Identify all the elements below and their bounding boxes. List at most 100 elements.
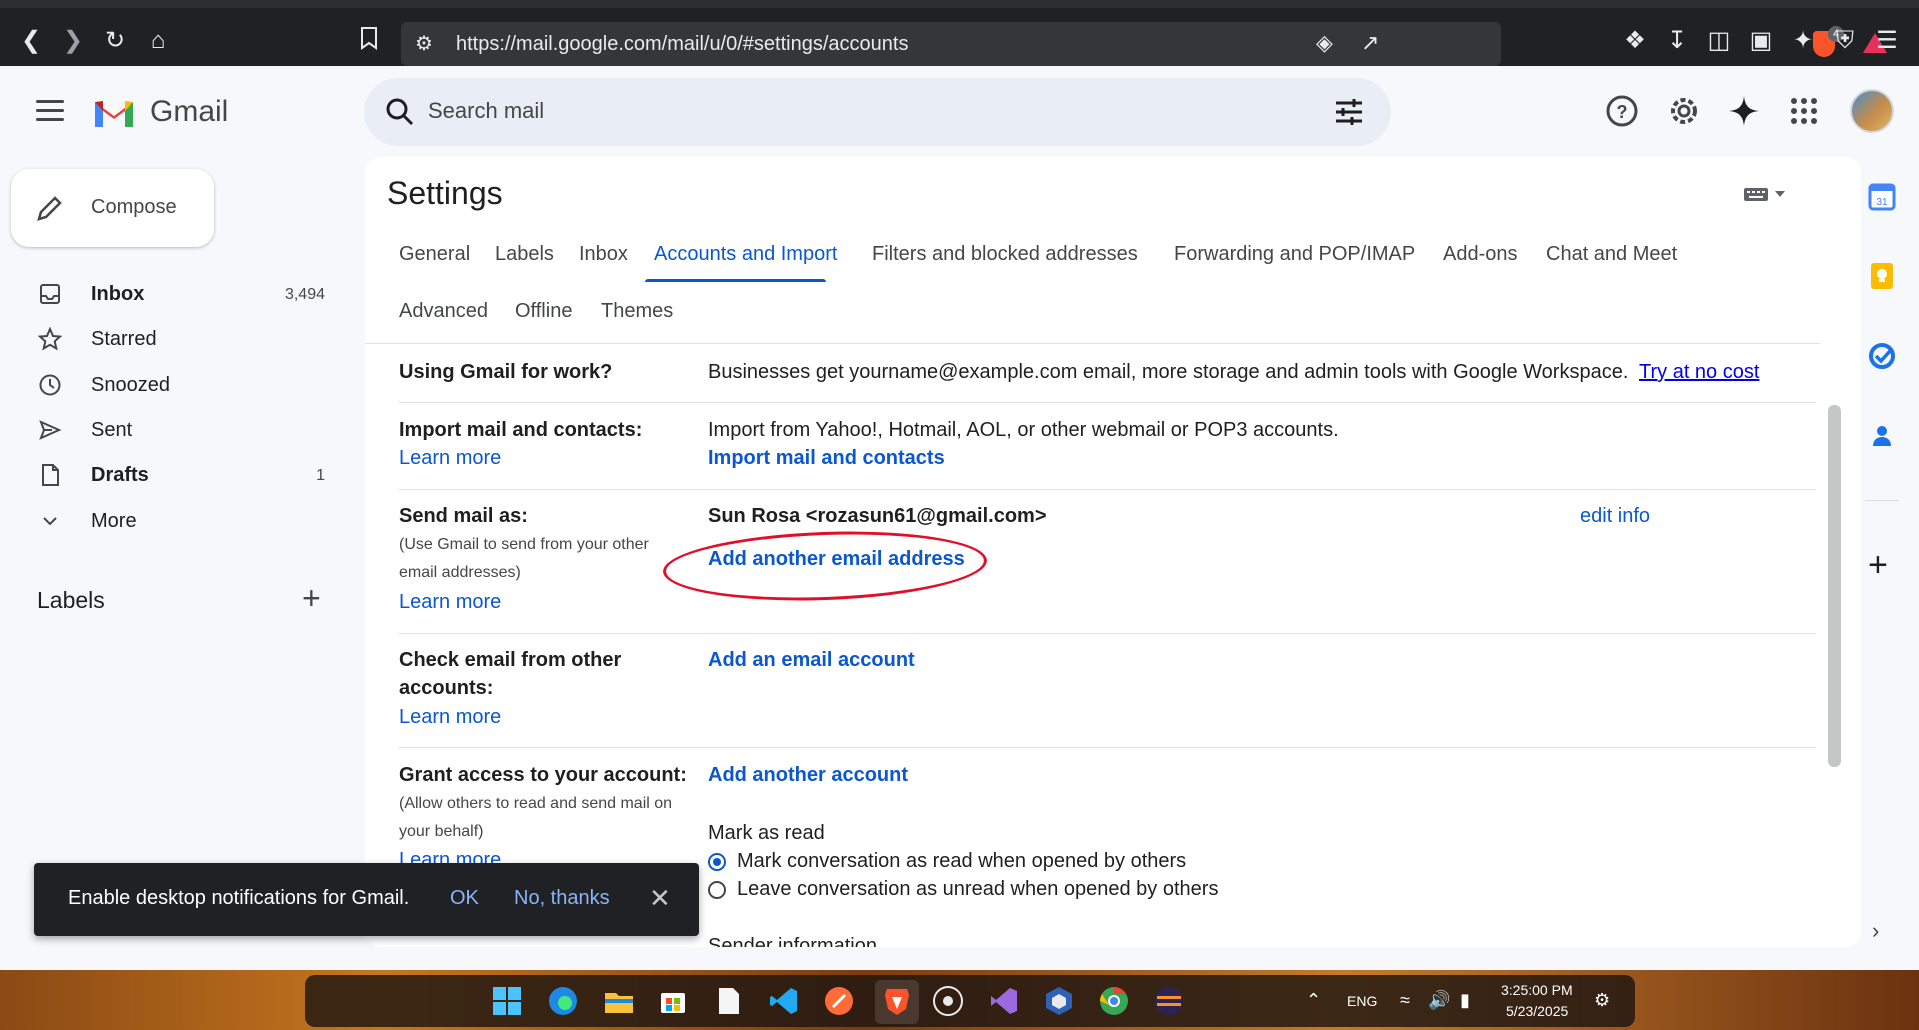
visual-studio-icon[interactable]	[988, 985, 1020, 1017]
vscode-icon[interactable]	[768, 985, 800, 1017]
virtualbox-icon[interactable]	[1043, 985, 1075, 1017]
mark-read-option-label[interactable]: Mark conversation as read when opened by…	[737, 850, 1186, 873]
windows-start-icon[interactable]	[491, 985, 523, 1017]
create-label-plus-icon[interactable]: +	[302, 580, 321, 617]
brave-browser-icon[interactable]	[881, 985, 913, 1017]
add-another-account-link[interactable]: Add another account	[708, 764, 908, 787]
tab-themes[interactable]: Themes	[601, 300, 673, 323]
search-options-icon[interactable]	[1334, 98, 1364, 126]
compose-button[interactable]: Compose	[11, 169, 214, 247]
search-icon[interactable]	[384, 96, 416, 128]
tab-advanced[interactable]: Advanced	[399, 300, 488, 323]
chrome-browser-icon[interactable]	[1098, 985, 1130, 1017]
row-divider	[399, 489, 1816, 490]
clock-time[interactable]: 3:25:00 PM	[1501, 982, 1573, 998]
sender-information-heading: Sender information	[708, 935, 877, 947]
search-bar[interactable]: Search mail	[364, 78, 1391, 146]
tab-inbox[interactable]: Inbox	[579, 243, 628, 266]
draft-file-icon	[42, 464, 59, 486]
account-avatar[interactable]	[1850, 89, 1894, 133]
hide-side-panel-chevron-icon[interactable]: ›	[1872, 918, 1879, 944]
show-hidden-icons-chevron-icon[interactable]: ⌃	[1306, 990, 1321, 1011]
gemini-sparkle-icon[interactable]	[1726, 93, 1762, 129]
wifi-icon[interactable]: ≈	[1400, 990, 1410, 1011]
toast-ok-button[interactable]: OK	[450, 887, 479, 910]
url-text[interactable]: https://mail.google.com/mail/u/0/#settin…	[456, 33, 908, 56]
sidebar-item-inbox[interactable]: Inbox 3,494	[0, 272, 345, 316]
tab-filters[interactable]: Filters and blocked addresses	[872, 243, 1138, 266]
translate-icon[interactable]: ◈	[1316, 30, 1333, 56]
tab-add-ons[interactable]: Add-ons	[1443, 243, 1518, 266]
postman-icon[interactable]	[823, 985, 855, 1017]
import-mail-and-contacts-link[interactable]: Import mail and contacts	[708, 447, 945, 470]
reload-icon[interactable]: ↻	[100, 26, 130, 56]
contacts-icon[interactable]	[1868, 422, 1896, 450]
send-as-learn-more-link[interactable]: Learn more	[399, 591, 501, 614]
tab-general[interactable]: General	[399, 243, 470, 266]
edge-browser-icon[interactable]	[547, 985, 579, 1017]
share-icon[interactable]: ↗	[1361, 30, 1379, 56]
address-bar[interactable]: ⚙ https://mail.google.com/mail/u/0/#sett…	[401, 22, 1887, 66]
close-icon[interactable]: ✕	[649, 883, 671, 914]
get-add-ons-plus-icon[interactable]: +	[1868, 546, 1888, 585]
sidebar-item-starred[interactable]: Starred	[0, 317, 345, 361]
leo-ai-icon[interactable]: ✦	[1788, 26, 1818, 56]
clock-icon	[39, 374, 61, 396]
tab-offline[interactable]: Offline	[515, 300, 572, 323]
site-settings-icon[interactable]: ⚙	[415, 31, 433, 56]
leave-unread-option-label[interactable]: Leave conversation as unread when opened…	[737, 878, 1218, 901]
downloads-icon[interactable]: ↧	[1662, 26, 1692, 56]
browser-menu-icon[interactable]: ☰	[1872, 26, 1902, 56]
calendar-icon[interactable]: 31	[1868, 183, 1896, 211]
battery-icon[interactable]: ▮	[1460, 990, 1470, 1011]
keep-icon[interactable]	[1868, 262, 1896, 290]
sidebar-toggle-icon[interactable]: ◫	[1704, 26, 1734, 56]
sidebar-item-drafts[interactable]: Drafts 1	[0, 453, 345, 497]
eclipse-ide-icon[interactable]	[1153, 985, 1185, 1017]
send-as-hint-2: email addresses)	[399, 564, 521, 581]
tab-chat-and-meet[interactable]: Chat and Meet	[1546, 243, 1677, 266]
tasks-icon[interactable]	[1868, 342, 1896, 370]
toast-no-thanks-button[interactable]: No, thanks	[514, 887, 610, 910]
check-learn-more-link[interactable]: Learn more	[399, 706, 501, 729]
wallet-icon[interactable]: ▣	[1746, 26, 1776, 56]
apps-grid-icon[interactable]	[1786, 93, 1822, 129]
sidebar-item-more[interactable]: More	[0, 499, 345, 543]
language-indicator[interactable]: ENG	[1347, 993, 1377, 1009]
main-menu-icon[interactable]	[36, 100, 64, 122]
gmail-logo-icon[interactable]	[92, 94, 136, 128]
forward-icon[interactable]: ❯	[58, 26, 88, 56]
add-an-email-account-link[interactable]: Add an email account	[708, 649, 915, 672]
volume-icon[interactable]: 🔊	[1428, 990, 1450, 1011]
leave-unread-radio[interactable]	[708, 881, 726, 899]
gmail-wordmark[interactable]: Gmail	[150, 95, 228, 129]
microsoft-store-icon[interactable]	[657, 985, 689, 1017]
mark-as-read-heading: Mark as read	[708, 822, 825, 844]
file-explorer-icon[interactable]	[603, 985, 635, 1017]
settings-gear-icon[interactable]	[1666, 93, 1702, 129]
bookmark-icon[interactable]	[354, 26, 384, 56]
notifications-bell-icon[interactable]: ⚙	[1594, 990, 1610, 1011]
try-at-no-cost-link[interactable]: Try at no cost	[1639, 361, 1759, 384]
clock-date[interactable]: 5/23/2025	[1506, 1003, 1568, 1019]
sidebar-item-snoozed[interactable]: Snoozed	[0, 363, 345, 407]
back-icon[interactable]: ❮	[16, 26, 46, 56]
import-learn-more-link[interactable]: Learn more	[399, 447, 501, 470]
tab-labels[interactable]: Labels	[495, 243, 554, 266]
edit-info-link[interactable]: edit info	[1580, 505, 1650, 528]
input-tools-keyboard-icon[interactable]	[1743, 185, 1791, 203]
tab-accounts-and-import[interactable]: Accounts and Import	[654, 243, 837, 266]
vpn-icon[interactable]: ⛨	[1830, 26, 1860, 56]
sidebar-item-sent[interactable]: Sent	[0, 408, 345, 452]
tab-forwarding[interactable]: Forwarding and POP/IMAP	[1174, 243, 1415, 266]
notepad-icon[interactable]	[713, 985, 745, 1017]
row-divider	[399, 747, 1816, 748]
extensions-icon[interactable]: ❖	[1620, 26, 1650, 56]
search-input[interactable]: Search mail	[428, 98, 544, 124]
settings-scrollbar[interactable]	[1828, 405, 1841, 767]
help-icon[interactable]: ?	[1604, 93, 1640, 129]
home-icon[interactable]: ⌂	[143, 26, 173, 56]
pencil-icon	[37, 196, 62, 221]
mark-read-radio[interactable]	[708, 853, 726, 871]
obs-studio-icon[interactable]	[932, 985, 964, 1017]
